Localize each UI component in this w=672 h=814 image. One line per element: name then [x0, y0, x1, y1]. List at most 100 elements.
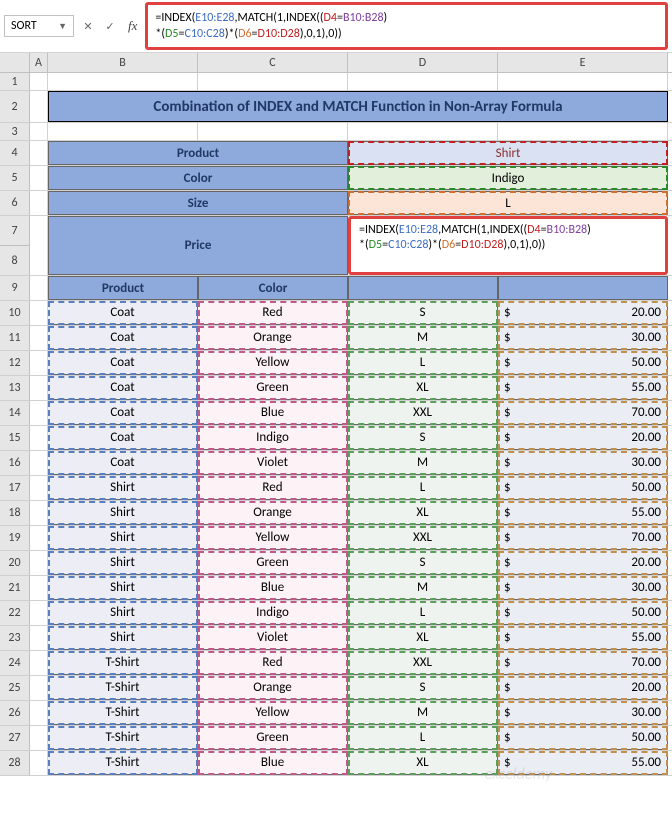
- cell-product[interactable]: Shirt: [48, 551, 198, 575]
- cell[interactable]: [30, 576, 48, 600]
- cell[interactable]: [30, 73, 48, 90]
- cell-product[interactable]: Coat: [48, 351, 198, 375]
- row-header[interactable]: 19: [0, 526, 30, 550]
- cell-color[interactable]: Indigo: [198, 426, 348, 450]
- cell-color[interactable]: Orange: [198, 501, 348, 525]
- cell-size[interactable]: L: [348, 351, 498, 375]
- row-header[interactable]: 1: [0, 73, 30, 90]
- row-header[interactable]: 14: [0, 401, 30, 425]
- cell-price[interactable]: $55.00: [498, 376, 668, 400]
- row-header[interactable]: 16: [0, 451, 30, 475]
- cell-size[interactable]: L: [348, 476, 498, 500]
- chevron-down-icon[interactable]: ▼: [58, 21, 67, 32]
- cell-color[interactable]: Green: [198, 726, 348, 750]
- row-header[interactable]: 2: [0, 91, 30, 122]
- cell-product[interactable]: Coat: [48, 301, 198, 325]
- row-header[interactable]: 24: [0, 651, 30, 675]
- row-header[interactable]: 10: [0, 301, 30, 325]
- row-header[interactable]: 28: [0, 751, 30, 775]
- cell-price[interactable]: $55.00: [498, 501, 668, 525]
- cell-price[interactable]: $50.00: [498, 601, 668, 625]
- cell-product[interactable]: T-Shirt: [48, 701, 198, 725]
- lookup-product[interactable]: Shirt: [348, 141, 668, 165]
- cell-size[interactable]: S: [348, 426, 498, 450]
- cell-price[interactable]: $50.00: [498, 476, 668, 500]
- cell-color[interactable]: Red: [198, 651, 348, 675]
- cell-color[interactable]: Violet: [198, 626, 348, 650]
- cell-color[interactable]: Blue: [198, 401, 348, 425]
- cell-price[interactable]: $20.00: [498, 551, 668, 575]
- cell-price[interactable]: $55.00: [498, 626, 668, 650]
- row-header[interactable]: 15: [0, 426, 30, 450]
- cell-price[interactable]: $55.00: [498, 751, 668, 775]
- cell[interactable]: [498, 73, 668, 90]
- col-header-B[interactable]: B: [48, 53, 198, 72]
- row-header[interactable]: 8: [0, 245, 30, 275]
- cell[interactable]: [30, 626, 48, 650]
- cell[interactable]: [30, 123, 48, 140]
- cell-size[interactable]: M: [348, 326, 498, 350]
- header-product[interactable]: Product: [48, 276, 198, 300]
- cell-product[interactable]: T-Shirt: [48, 751, 198, 775]
- cell[interactable]: [30, 501, 48, 525]
- formula-cell-d7[interactable]: =INDEX(E10:E28,MATCH(1,INDEX((D4=B10:B28…: [348, 216, 668, 275]
- row-header[interactable]: 12: [0, 351, 30, 375]
- cell-size[interactable]: XL: [348, 626, 498, 650]
- cell-size[interactable]: XL: [348, 501, 498, 525]
- cell-color[interactable]: Violet: [198, 451, 348, 475]
- row-header[interactable]: 21: [0, 576, 30, 600]
- col-header-E[interactable]: E: [498, 53, 668, 72]
- cell[interactable]: [30, 526, 48, 550]
- cell[interactable]: [30, 426, 48, 450]
- cancel-icon[interactable]: ✕: [78, 16, 98, 36]
- cell-color[interactable]: Green: [198, 551, 348, 575]
- header-size[interactable]: [348, 276, 498, 300]
- cell[interactable]: [30, 476, 48, 500]
- cell-size[interactable]: M: [348, 451, 498, 475]
- cell-size[interactable]: XL: [348, 376, 498, 400]
- cell[interactable]: [30, 191, 48, 215]
- row-header[interactable]: 7: [0, 216, 30, 245]
- header-price[interactable]: [498, 276, 668, 300]
- cell[interactable]: [30, 166, 48, 190]
- cell[interactable]: [498, 123, 668, 140]
- cell[interactable]: [30, 276, 48, 300]
- cell[interactable]: [348, 123, 498, 140]
- cell-size[interactable]: L: [348, 601, 498, 625]
- cell-price[interactable]: $20.00: [498, 426, 668, 450]
- cell[interactable]: [30, 651, 48, 675]
- row-header[interactable]: 4: [0, 141, 30, 165]
- cell-color[interactable]: Blue: [198, 576, 348, 600]
- cell-product[interactable]: Coat: [48, 326, 198, 350]
- cell-size[interactable]: XXL: [348, 526, 498, 550]
- cell-price[interactable]: $20.00: [498, 301, 668, 325]
- cell-color[interactable]: Yellow: [198, 701, 348, 725]
- label-product[interactable]: Product: [48, 141, 348, 165]
- cell[interactable]: [30, 701, 48, 725]
- row-header[interactable]: 26: [0, 701, 30, 725]
- row-header[interactable]: 3: [0, 123, 30, 140]
- row-header[interactable]: 17: [0, 476, 30, 500]
- cell[interactable]: [30, 451, 48, 475]
- cell-price[interactable]: $30.00: [498, 326, 668, 350]
- row-header[interactable]: 27: [0, 726, 30, 750]
- cell-color[interactable]: Yellow: [198, 526, 348, 550]
- cell-price[interactable]: $70.00: [498, 526, 668, 550]
- cell-color[interactable]: Indigo: [198, 601, 348, 625]
- cell-size[interactable]: M: [348, 576, 498, 600]
- cell[interactable]: [30, 216, 48, 275]
- cell-product[interactable]: T-Shirt: [48, 651, 198, 675]
- cell-product[interactable]: Shirt: [48, 601, 198, 625]
- select-all-corner[interactable]: [0, 53, 30, 72]
- title-cell[interactable]: Combination of INDEX and MATCH Function …: [48, 91, 668, 122]
- row-header[interactable]: 20: [0, 551, 30, 575]
- row-header[interactable]: 23: [0, 626, 30, 650]
- fx-icon[interactable]: fx: [124, 18, 141, 34]
- cell[interactable]: [30, 401, 48, 425]
- cell-color[interactable]: Blue: [198, 751, 348, 775]
- cell[interactable]: [30, 601, 48, 625]
- cell[interactable]: [30, 726, 48, 750]
- cell[interactable]: [48, 73, 198, 90]
- cell-price[interactable]: $50.00: [498, 351, 668, 375]
- cell-color[interactable]: Red: [198, 476, 348, 500]
